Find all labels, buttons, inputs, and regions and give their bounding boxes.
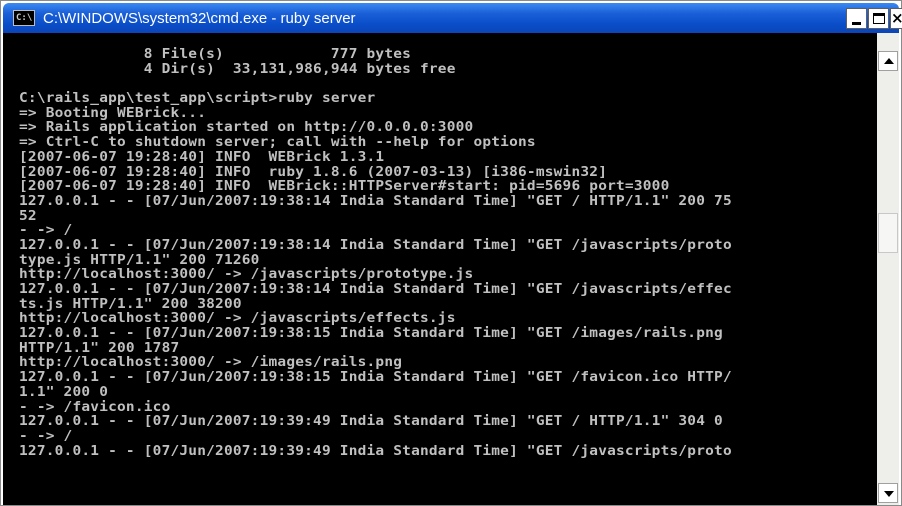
console-line: 127.0.0.1 - - [07/Jun/2007:19:39:49 Indi…: [19, 413, 723, 430]
console-line: 127.0.0.1 - - [07/Jun/2007:19:38:15 Indi…: [19, 325, 732, 342]
console-line: => Rails application started on http://0…: [19, 119, 474, 136]
minimize-button[interactable]: [846, 8, 867, 29]
vertical-scrollbar[interactable]: [877, 33, 899, 505]
console-line: 127.0.0.1 - - [07/Jun/2007:19:38:14 Indi…: [19, 236, 732, 253]
scrollbar-thumb[interactable]: [878, 213, 898, 253]
scroll-down-arrow-icon: [884, 491, 894, 497]
window-title: C:\WINDOWS\system32\cmd.exe - ruby serve…: [43, 10, 356, 27]
console-output[interactable]: 8 File(s) 777 bytes 4 Dir(s) 33,131,986,…: [3, 33, 877, 505]
title-bar[interactable]: C:\ C:\WINDOWS\system32\cmd.exe - ruby s…: [3, 3, 902, 33]
console-line: http://localhost:3000/ -> /javascripts/p…: [19, 266, 474, 283]
scroll-up-button[interactable]: [878, 51, 898, 71]
console-line: type.js HTTP/1.1" 200 71260: [19, 251, 260, 268]
scroll-up-arrow-icon: [884, 58, 894, 64]
console-line: [2007-06-07 19:28:40] INFO WEBrick::HTTP…: [19, 178, 670, 195]
scroll-down-button[interactable]: [878, 483, 898, 503]
console-line: 127.0.0.1 - - [07/Jun/2007:19:38:14 Indi…: [19, 281, 732, 297]
console-line: => Ctrl-C to shutdown server; call with …: [19, 134, 536, 151]
console-line: - -> /: [19, 222, 73, 239]
console-line: 127.0.0.1 - - [07/Jun/2007:19:39:49 Indi…: [19, 442, 732, 459]
console-line: 52: [19, 207, 37, 224]
console-line: => Booting WEBrick...: [19, 104, 207, 121]
close-icon: ×: [891, 9, 902, 27]
maximize-button[interactable]: [868, 8, 889, 29]
console-line: 1.1" 200 0: [19, 383, 109, 400]
cmd-icon[interactable]: C:\: [13, 10, 35, 26]
console-line: http://localhost:3000/ -> /javascripts/e…: [19, 310, 456, 327]
minimize-icon: [852, 22, 861, 25]
console-line: - -> /favicon.ico: [19, 398, 171, 415]
console-line: HTTP/1.1" 200 1787: [19, 339, 180, 356]
maximize-icon: [873, 13, 885, 24]
console-line: C:\rails_app\test_app\script>ruby server: [19, 90, 376, 107]
close-button[interactable]: ×: [890, 8, 902, 29]
console-line: 4 Dir(s) 33,131,986,944 bytes free: [19, 60, 456, 77]
console-line: 8 File(s) 777 bytes: [19, 46, 412, 62]
console-line: ts.js HTTP/1.1" 200 38200: [19, 295, 242, 312]
console-line: - -> /: [19, 427, 73, 444]
console-line: 127.0.0.1 - - [07/Jun/2007:19:38:15 Indi…: [19, 369, 732, 386]
console-line: http://localhost:3000/ -> /images/rails.…: [19, 354, 403, 371]
console-lines: 8 File(s) 777 bytes 4 Dir(s) 33,131,986,…: [19, 47, 877, 458]
console-line: 127.0.0.1 - - [07/Jun/2007:19:38:14 Indi…: [19, 192, 732, 209]
console-line: [2007-06-07 19:28:40] INFO WEBrick 1.3.1: [19, 148, 385, 165]
cmd-window: C:\ C:\WINDOWS\system32\cmd.exe - ruby s…: [0, 0, 902, 506]
console-line: [2007-06-07 19:28:40] INFO ruby 1.8.6 (2…: [19, 163, 608, 180]
